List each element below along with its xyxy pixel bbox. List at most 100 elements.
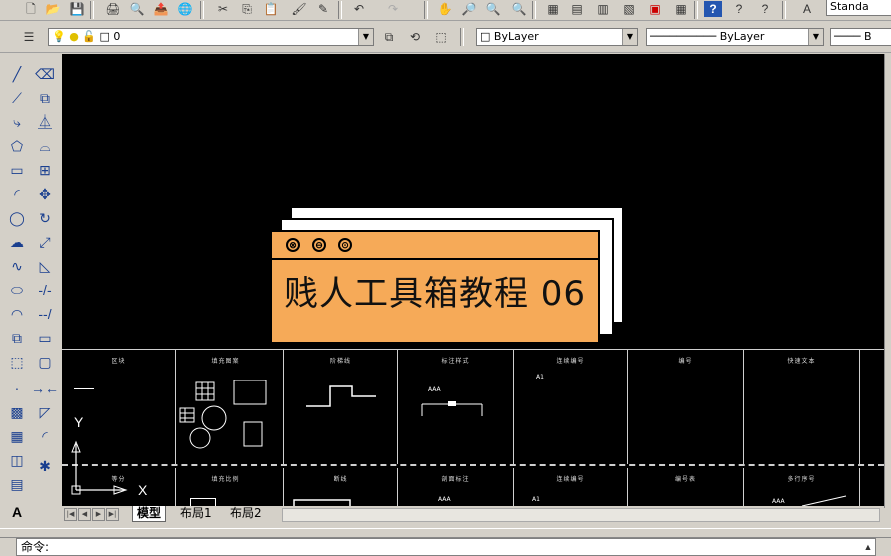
linetype-combo[interactable]: ────────── ByLayer ▼ (646, 28, 824, 46)
print-icon[interactable]: 🖨 (104, 1, 122, 17)
line-icon[interactable]: ╱ (7, 64, 27, 84)
3d-dwf-icon[interactable]: 🌐 (176, 1, 194, 17)
cell-break-line[interactable]: 断线 (284, 468, 398, 508)
undo-icon[interactable]: ↶ (350, 1, 368, 17)
design-center-icon[interactable]: ▤ (568, 1, 586, 17)
revision-cloud-icon[interactable]: ☁ (7, 232, 27, 252)
text-style-icon[interactable]: A (798, 1, 816, 17)
mirror-icon[interactable]: ⏅ (35, 112, 55, 132)
save-icon[interactable]: 💾 (68, 1, 86, 17)
horizontal-scrollbar[interactable] (282, 508, 880, 522)
match-properties-icon[interactable]: 🖌 (290, 1, 308, 17)
cell-numbering-table[interactable]: 编号表 (628, 468, 744, 508)
fillet-icon[interactable]: ◜ (35, 426, 55, 446)
cell-section-label[interactable]: 剖面标注 AAA (398, 468, 514, 508)
sheet-set-icon[interactable]: ▧ (620, 1, 638, 17)
break-at-point-icon[interactable]: ▭ (35, 328, 55, 348)
explode-icon[interactable]: ✱ (35, 456, 55, 476)
break-icon[interactable]: ▢ (35, 352, 55, 372)
zoom-window-icon[interactable]: 🔍 (484, 1, 502, 17)
calculator-icon[interactable]: ▦ (672, 1, 690, 17)
tab-layout2[interactable]: 布局2 (226, 506, 266, 521)
close-icon[interactable]: ⊗ (286, 238, 300, 252)
ellipse-arc-icon[interactable]: ◠ (7, 304, 27, 324)
join-icon[interactable]: →← (31, 378, 59, 398)
cell-hatch-scale[interactable]: 填充比例 (168, 468, 284, 508)
erase-icon[interactable]: ⌫ (35, 64, 55, 84)
pan-icon[interactable]: ✋ (436, 1, 454, 17)
paste-icon[interactable]: 📋 (262, 1, 280, 17)
cell-sequence[interactable]: 连续编号 A1 (514, 350, 628, 464)
arc-icon[interactable]: ◜ (7, 184, 27, 204)
polygon-icon[interactable]: ⬠ (7, 136, 27, 156)
layer-state-icon[interactable]: ⬚ (432, 29, 450, 45)
cut-icon[interactable]: ✂ (214, 1, 232, 17)
zoom-realtime-icon[interactable]: 🔎 (460, 1, 478, 17)
markup-icon[interactable]: ▣ (646, 1, 664, 17)
construction-line-icon[interactable]: ⟋ (7, 88, 27, 108)
vertical-scrollbar[interactable] (884, 54, 891, 508)
region-icon[interactable]: ◫ (7, 450, 27, 470)
next-tab-icon[interactable]: ▶ (92, 508, 105, 521)
plot-preview-icon[interactable]: 🔍 (128, 1, 146, 17)
prev-tab-icon[interactable]: ◀ (78, 508, 91, 521)
insert-block-icon[interactable]: ⧉ (7, 328, 27, 348)
layer-previous-icon[interactable]: ⟲ (406, 29, 424, 45)
first-tab-icon[interactable]: |◀ (64, 508, 77, 521)
extend-icon[interactable]: --/ (35, 304, 55, 324)
properties-icon[interactable]: ▦ (544, 1, 562, 17)
spline-icon[interactable]: ∿ (7, 256, 27, 276)
polyline-icon[interactable]: ⤷ (7, 112, 27, 132)
cell-quick-text[interactable]: 快速文本 (744, 350, 860, 464)
redo-icon[interactable]: ↷ (384, 1, 402, 17)
cell-step-line[interactable]: 阶梯线 (284, 350, 398, 464)
cell-dim-style[interactable]: 标注样式 AAA (398, 350, 514, 464)
help-icon[interactable]: ? (704, 1, 722, 17)
make-current-layer-icon[interactable]: ⧉ (380, 29, 398, 45)
command-scroll-icon[interactable]: ▲ (862, 540, 874, 554)
cell-numbering[interactable]: 编号 (628, 350, 744, 464)
chevron-down-icon[interactable]: ▼ (622, 29, 637, 45)
last-tab-icon[interactable]: ▶| (106, 508, 119, 521)
block-editor-icon[interactable]: ✎ (314, 1, 332, 17)
tab-layout1[interactable]: 布局1 (176, 506, 216, 521)
trim-icon[interactable]: -/- (35, 280, 55, 300)
tab-model[interactable]: 模型 (132, 506, 167, 522)
command-window-grip[interactable] (0, 528, 891, 538)
chevron-down-icon[interactable]: ▼ (358, 29, 373, 45)
cell-multi-sequence[interactable]: 多行序号 AAA (744, 468, 860, 508)
lineweight-combo[interactable]: ──── B (830, 28, 891, 46)
minimize-icon[interactable]: ⊖ (312, 238, 326, 252)
rotate-icon[interactable]: ↻ (35, 208, 55, 228)
move-icon[interactable]: ✥ (35, 184, 55, 204)
command-line[interactable]: 命令: (16, 538, 876, 556)
cell-sequence-2[interactable]: 连续编号 A1 (514, 468, 628, 508)
circle-icon[interactable]: ◯ (7, 208, 27, 228)
whats-this-icon[interactable]: ? (756, 1, 774, 17)
offset-icon[interactable]: ⌓ (35, 136, 55, 156)
copy-object-icon[interactable]: ⧉ (35, 88, 55, 108)
open-file-icon[interactable]: 📂 (44, 1, 62, 17)
text-style-combo[interactable]: Standa (826, 0, 891, 16)
new-file-icon[interactable]: 🗋 (22, 1, 40, 17)
rectangle-icon[interactable]: ▭ (7, 160, 27, 180)
color-combo[interactable]: □ ByLayer ▼ (476, 28, 638, 46)
hatch-icon[interactable]: ▩ (7, 402, 27, 422)
help-question-icon[interactable]: ? (730, 1, 748, 17)
copy-icon[interactable]: ⎘ (238, 1, 256, 17)
chevron-down-icon[interactable]: ▼ (808, 29, 823, 45)
chamfer-icon[interactable]: ◸ (35, 402, 55, 422)
multiline-text-icon[interactable]: A (7, 502, 27, 522)
ellipse-icon[interactable]: ⬭ (7, 280, 27, 300)
maximize-icon[interactable]: ⊙ (338, 238, 352, 252)
scale-icon[interactable]: ⤢ (35, 232, 55, 252)
point-icon[interactable]: · (7, 378, 27, 398)
zoom-previous-icon[interactable]: 🔍 (510, 1, 528, 17)
gradient-icon[interactable]: ▦ (7, 426, 27, 446)
layer-manager-icon[interactable]: ☰ (20, 29, 38, 45)
publish-icon[interactable]: 📤 (152, 1, 170, 17)
tool-palettes-icon[interactable]: ▥ (594, 1, 612, 17)
cell-hatch-pattern[interactable]: 填充图案 (168, 350, 284, 464)
table-icon[interactable]: ▤ (7, 474, 27, 494)
layer-combo[interactable]: 💡 ● 🔓 □ 0 ▼ (48, 28, 374, 46)
